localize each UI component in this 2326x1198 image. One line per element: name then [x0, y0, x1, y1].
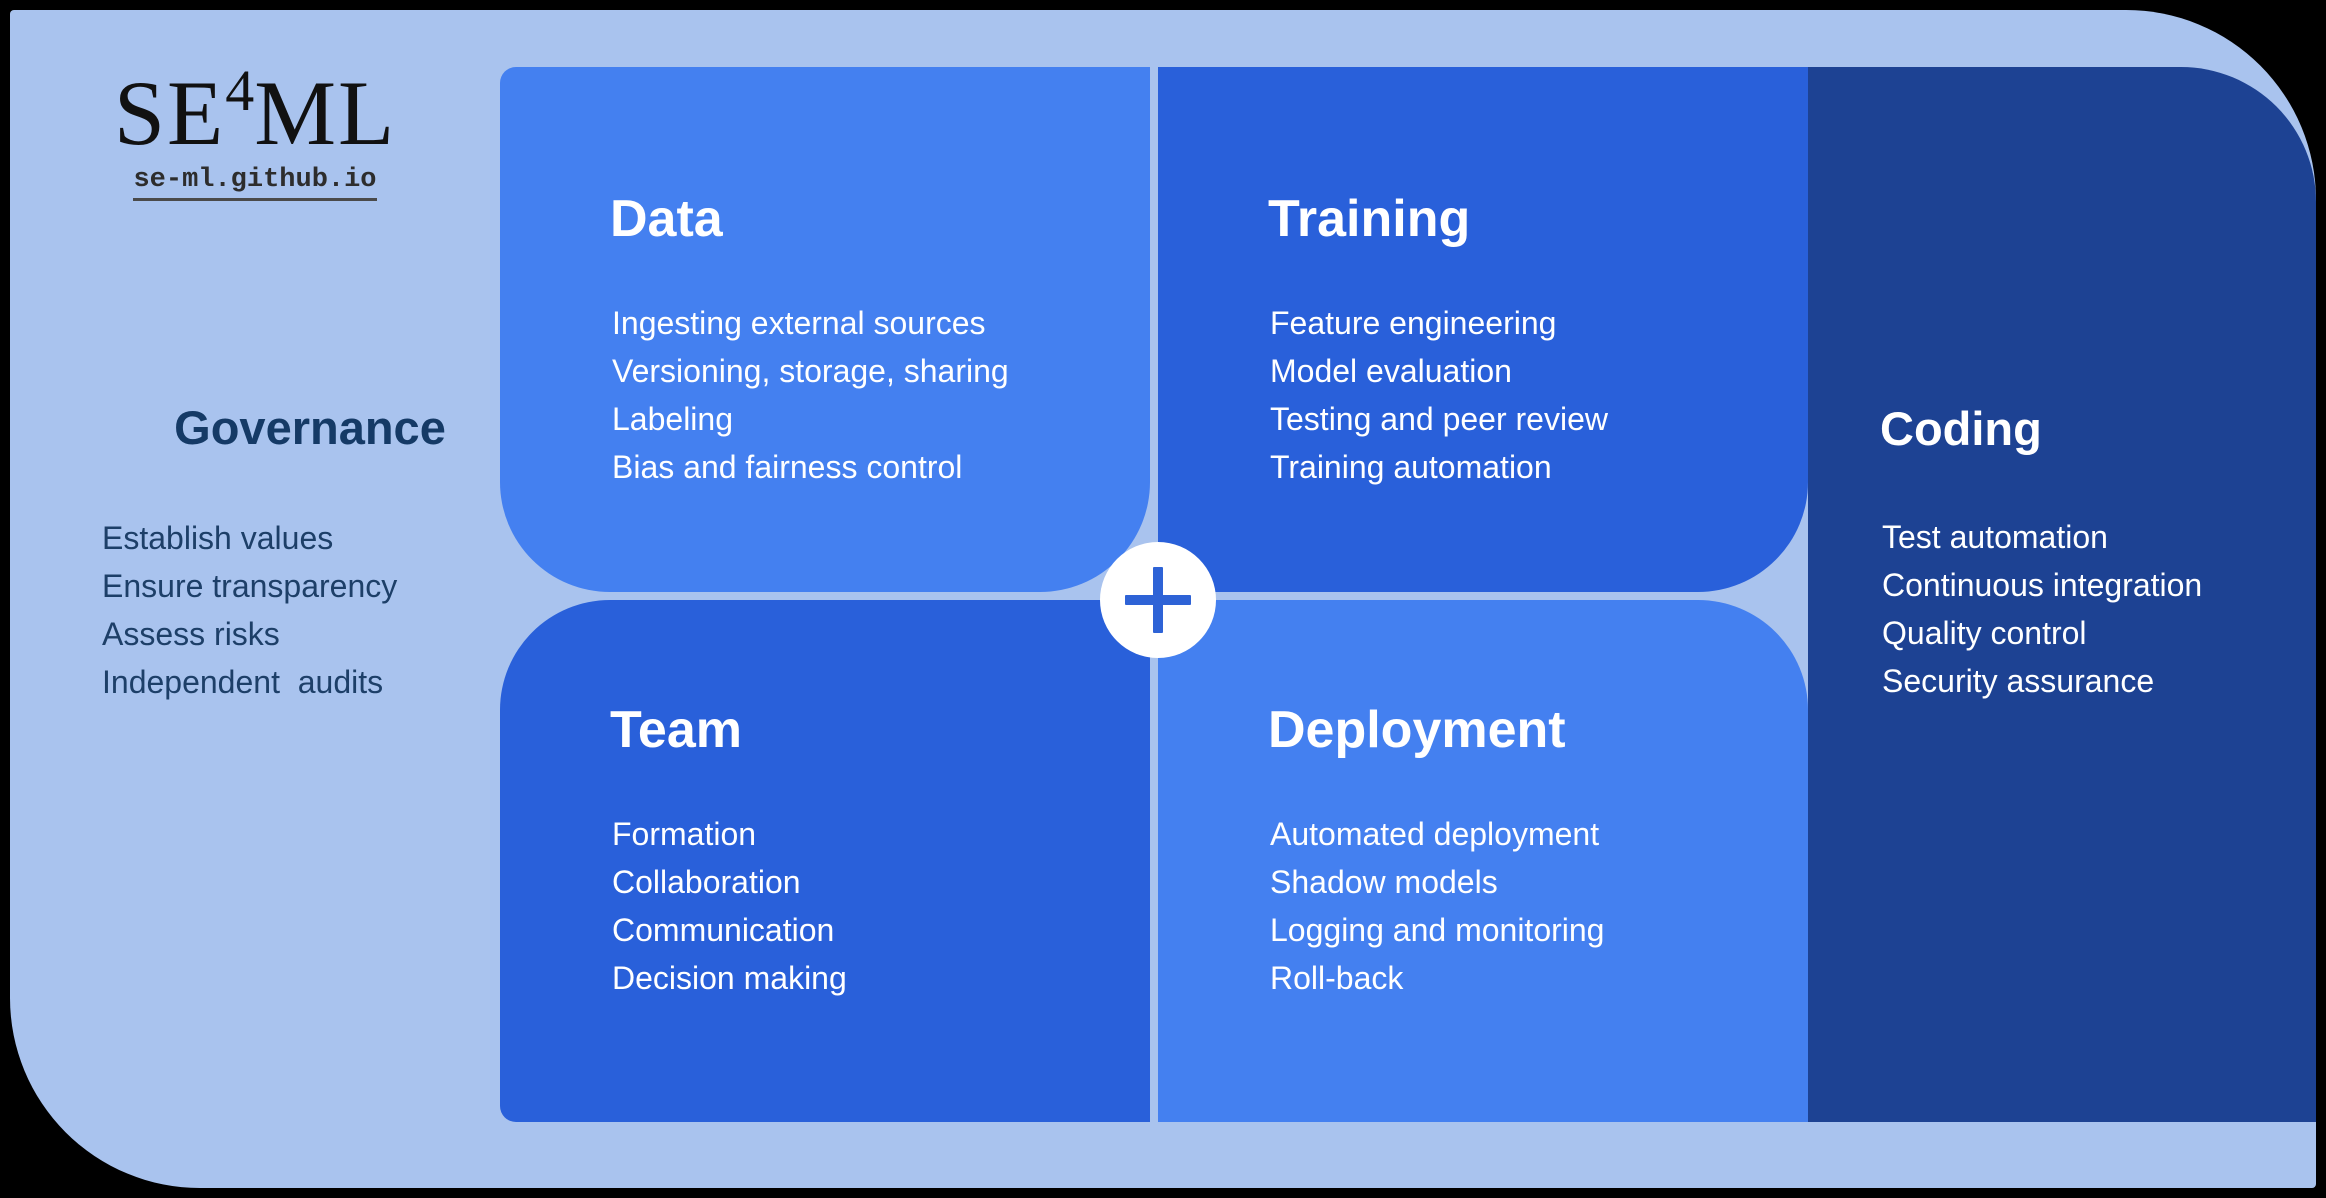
logo-wordmark: SE4ML [90, 45, 420, 159]
logo-se-text: SE [113, 62, 226, 164]
se4ml-logo: SE4ML se-ml.github.io [90, 45, 420, 201]
diagram-canvas: SE4ML se-ml.github.io Governance Establi… [0, 0, 2326, 1198]
panel-coding-title: Coding [1880, 402, 2042, 455]
plus-icon [1100, 542, 1216, 658]
logo-url-link[interactable]: se-ml.github.io [133, 165, 377, 201]
governance-title: Governance [174, 401, 446, 454]
quadrant-training[interactable]: Training Feature engineering Model evalu… [1158, 67, 1808, 592]
quadrant-team-item-list: Formation Collaboration Communication De… [612, 816, 847, 996]
panel-coding-item-list: Test automation Continuous integration Q… [1882, 519, 2203, 699]
quadrant-deployment-title: Deployment [1268, 701, 1566, 759]
governance-item-list: Establish values Ensure transparency Ass… [102, 520, 398, 700]
quadrant-data-title: Data [610, 190, 723, 248]
panel-coding[interactable]: Coding Test automation Continuous integr… [1808, 67, 2316, 1122]
governance-column: SE4ML se-ml.github.io Governance Establi… [90, 0, 510, 1178]
quadrant-data[interactable]: Data Ingesting external sources Versioni… [500, 67, 1150, 592]
quadrant-training-item-list: Feature engineering Model evaluation Tes… [1270, 305, 1608, 485]
quadrant-data-item-list: Ingesting external sources Versioning, s… [612, 305, 1009, 485]
quadrant-deployment-item-list: Automated deployment Shadow models Loggi… [1270, 816, 1605, 996]
quadrant-training-title: Training [1268, 190, 1471, 248]
quadrant-team[interactable]: Team Formation Collaboration Communicati… [500, 600, 1150, 1122]
quadrant-deployment[interactable]: Deployment Automated deployment Shadow m… [1158, 600, 1808, 1122]
logo-ml-text: ML [254, 62, 397, 164]
quadrant-team-title: Team [610, 701, 742, 759]
logo-superscript-4: 4 [225, 58, 255, 123]
plus-icon-vertical-bar [1153, 567, 1163, 633]
